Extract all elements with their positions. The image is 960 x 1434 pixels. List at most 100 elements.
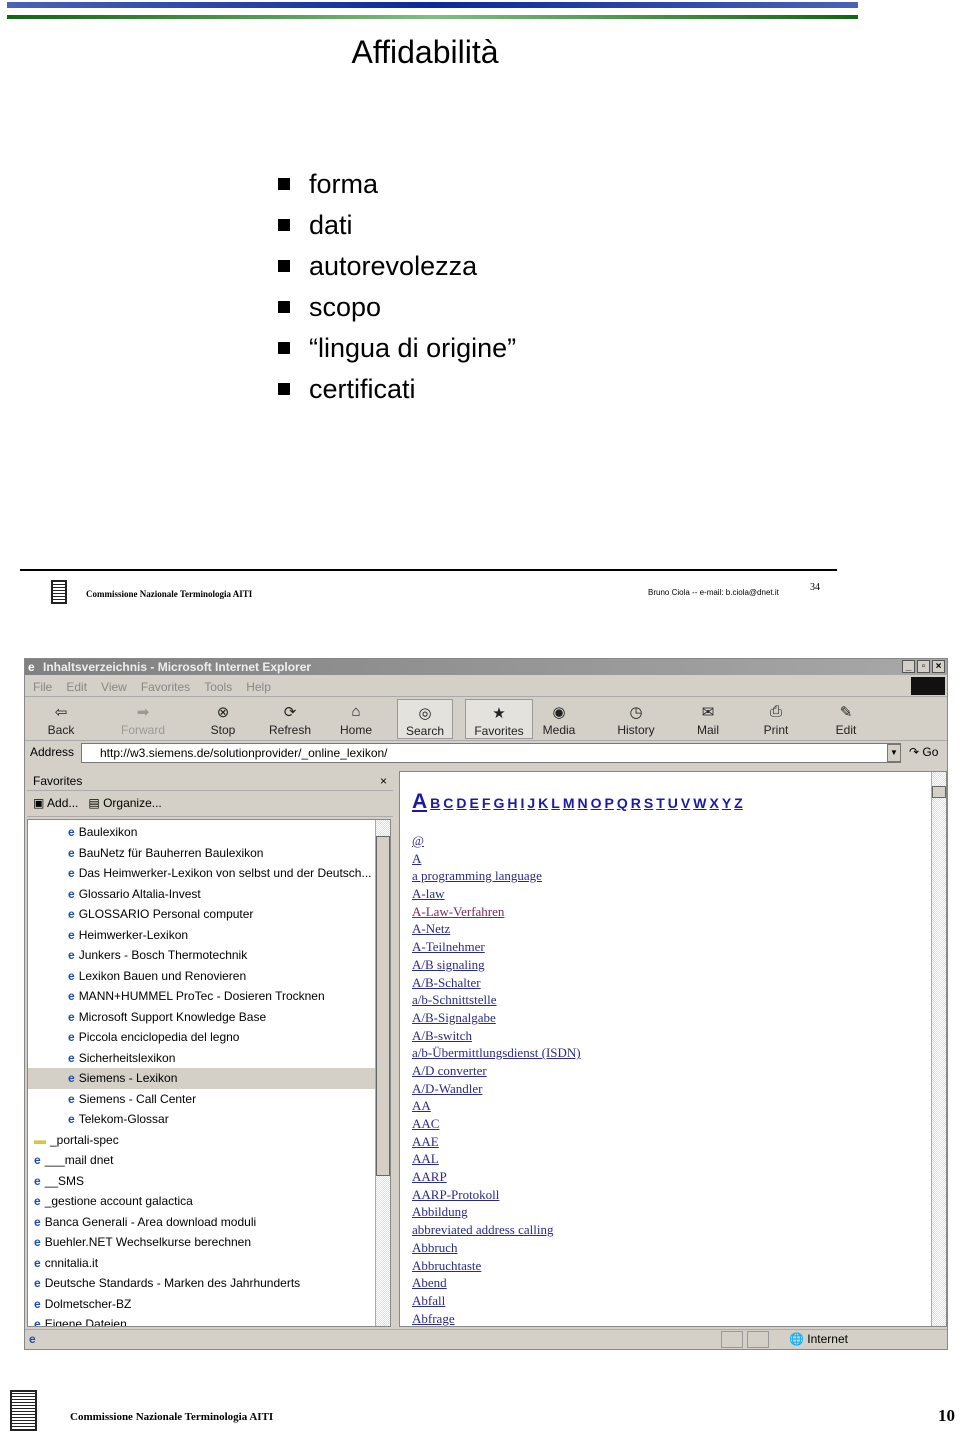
letter-link[interactable]: M — [563, 795, 575, 811]
favorite-item[interactable]: e Telekom-Glossar — [28, 1109, 390, 1130]
favorite-item[interactable]: e Heimwerker-Lexikon — [28, 925, 390, 946]
term-link[interactable]: A-law — [412, 885, 581, 903]
organize-favorites-button[interactable]: ▤ Organize... — [88, 796, 161, 810]
go-button[interactable]: ↷ Go — [909, 745, 938, 759]
favorites-button[interactable]: ★ Favorites — [465, 699, 533, 739]
favorite-item[interactable]: e __SMS — [28, 1171, 390, 1192]
term-link[interactable]: AA — [412, 1097, 581, 1115]
term-link[interactable]: A/B-Schalter — [412, 974, 581, 992]
favorite-item[interactable]: e Microsoft Support Knowledge Base — [28, 1007, 390, 1028]
term-link[interactable]: AARP — [412, 1168, 581, 1186]
favorite-item[interactable]: e Junkers - Bosch Thermotechnik — [28, 945, 390, 966]
favorite-item[interactable]: e Deutsche Standards - Marken des Jahrhun… — [28, 1273, 390, 1294]
term-link[interactable]: AAC — [412, 1115, 581, 1133]
close-button[interactable]: × — [932, 660, 945, 673]
history-button[interactable]: ◷ History — [605, 699, 667, 739]
term-link[interactable]: Abbruch — [412, 1239, 581, 1257]
letter-link[interactable]: K — [538, 795, 548, 811]
letter-link[interactable]: B — [430, 795, 440, 811]
term-link[interactable]: A-Law-Verfahren — [412, 903, 581, 921]
term-link[interactable]: A/B signaling — [412, 956, 581, 974]
maximize-button[interactable]: ▫ — [917, 660, 930, 673]
letter-link[interactable]: Z — [734, 795, 743, 811]
favorite-item[interactable]: e cnnitalia.it — [28, 1253, 390, 1274]
letter-link[interactable]: H — [507, 795, 517, 811]
term-link[interactable]: abbreviated address calling — [412, 1221, 581, 1239]
stop-button[interactable]: ⊗ Stop — [201, 699, 245, 739]
term-link[interactable]: A-Netz — [412, 920, 581, 938]
letter-link[interactable]: V — [681, 795, 690, 811]
letter-link[interactable]: W — [693, 795, 706, 811]
favorite-item[interactable]: e Das Heimwerker-Lexikon von selbst und d… — [28, 863, 390, 884]
term-link[interactable]: AARP-Protokoll — [412, 1186, 581, 1204]
letter-link[interactable]: U — [668, 795, 678, 811]
menu-edit[interactable]: Edit — [66, 680, 87, 694]
term-link[interactable]: A — [412, 850, 581, 868]
term-link[interactable]: Abend — [412, 1274, 581, 1292]
favorites-scrollbar[interactable] — [375, 820, 390, 1326]
term-link[interactable]: A/B-switch — [412, 1027, 581, 1045]
letter-link[interactable]: P — [605, 795, 614, 811]
favorite-item[interactable]: e BauNetz für Bauherren Baulexikon — [28, 843, 390, 864]
letter-link[interactable]: Q — [617, 795, 628, 811]
term-link[interactable]: Abbildung — [412, 1203, 581, 1221]
term-link[interactable]: A/D converter — [412, 1062, 581, 1080]
favorite-item[interactable]: e Siemens - Lexikon — [28, 1068, 390, 1089]
favorite-item[interactable]: e Sicherheitslexikon — [28, 1048, 390, 1069]
favorite-item[interactable]: e Banca Generali - Area download moduli — [28, 1212, 390, 1233]
term-link[interactable]: a/b-Übermittlungsdienst (ISDN) — [412, 1044, 581, 1062]
term-link[interactable]: AAL — [412, 1150, 581, 1168]
letter-link[interactable]: E — [470, 795, 479, 811]
letter-link[interactable]: R — [631, 795, 641, 811]
letter-link[interactable]: A — [412, 790, 427, 813]
favorite-item[interactable]: e Baulexikon — [28, 822, 390, 843]
address-dropdown-icon[interactable]: ▼ — [887, 744, 901, 762]
term-link[interactable]: @ — [412, 832, 581, 850]
add-favorite-button[interactable]: ▣ Add... — [33, 796, 78, 810]
media-button[interactable]: ◉ Media — [533, 699, 585, 739]
letter-link[interactable]: I — [520, 795, 524, 811]
menu-favorites[interactable]: Favorites — [141, 680, 190, 694]
favorite-item[interactable]: e Piccola enciclopedia del legno — [28, 1027, 390, 1048]
term-link[interactable]: Abfall — [412, 1292, 581, 1310]
term-link[interactable]: a programming language — [412, 867, 581, 885]
letter-link[interactable]: Y — [722, 795, 731, 811]
minimize-button[interactable]: _ — [902, 660, 915, 673]
menu-view[interactable]: View — [101, 680, 127, 694]
letter-link[interactable]: N — [578, 795, 588, 811]
term-link[interactable]: A/D-Wandler — [412, 1080, 581, 1098]
search-button[interactable]: ◎ Search — [397, 699, 453, 739]
letter-link[interactable]: F — [482, 795, 491, 811]
term-link[interactable]: Abbruchtaste — [412, 1257, 581, 1275]
letter-link[interactable]: S — [644, 795, 653, 811]
term-link[interactable]: AAE — [412, 1133, 581, 1151]
favorite-item[interactable]: e GLOSSARIO Personal computer — [28, 904, 390, 925]
favorite-item[interactable]: e Lexikon Bauen und Renovieren — [28, 966, 390, 987]
favorite-item[interactable]: e ___mail dnet — [28, 1150, 390, 1171]
letter-link[interactable]: G — [493, 795, 504, 811]
menu-help[interactable]: Help — [246, 680, 271, 694]
term-link[interactable]: A-Teilnehmer — [412, 938, 581, 956]
favorite-item[interactable]: e MANN+HUMMEL ProTec - Dosieren Trocknen — [28, 986, 390, 1007]
letter-link[interactable]: X — [709, 795, 718, 811]
mail-button[interactable]: ✉ Mail — [679, 699, 737, 739]
favorite-item[interactable]: e Buehler.NET Wechselkurse berechnen — [28, 1232, 390, 1253]
content-scrollbar[interactable] — [931, 772, 946, 1326]
edit-button[interactable]: ✎ Edit — [821, 699, 871, 739]
letter-link[interactable]: L — [551, 795, 560, 811]
favorite-item[interactable]: e Dolmetscher-BZ — [28, 1294, 390, 1315]
favorite-folder[interactable]: ▬ _portali-spec — [28, 1130, 390, 1151]
home-button[interactable]: ⌂ Home — [331, 699, 381, 739]
address-input[interactable]: http://w3.siemens.de/solutionprovider/_o… — [81, 743, 901, 763]
term-link[interactable]: A/B-Signalgabe — [412, 1009, 581, 1027]
letter-link[interactable]: J — [527, 795, 535, 811]
print-button[interactable]: ⎙ Print — [751, 699, 801, 739]
letter-link[interactable]: O — [591, 795, 602, 811]
menu-file[interactable]: File — [33, 680, 52, 694]
close-pane-icon[interactable]: × — [380, 771, 387, 791]
letter-link[interactable]: T — [656, 795, 665, 811]
favorite-item[interactable]: e Glossario Altalia-Invest — [28, 884, 390, 905]
favorite-item[interactable]: e Siemens - Call Center — [28, 1089, 390, 1110]
back-button[interactable]: ⇦ Back — [31, 699, 91, 739]
favorite-item[interactable]: e _gestione account galactica — [28, 1191, 390, 1212]
